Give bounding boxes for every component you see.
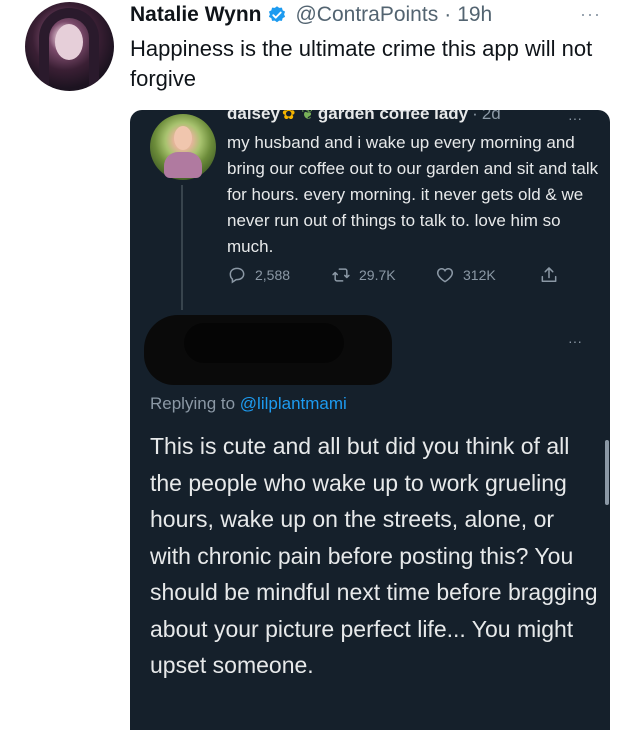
scrollbar [605, 440, 609, 505]
quoted-actions: 2,588 29.7K 312K [227, 263, 567, 287]
author-handle[interactable]: @ContraPoints [295, 3, 438, 27]
like-action: 312K [435, 265, 539, 285]
like-count: 312K [463, 267, 496, 283]
avatar-face [174, 126, 192, 150]
quoted-author-avatar [150, 114, 216, 180]
quoted-header: daisey ✿ ❦ garden coffee lady · 2d [227, 110, 501, 124]
quoted-more-icon: ··· [568, 110, 582, 126]
quoted-screenshot: daisey ✿ ❦ garden coffee lady · 2d ··· m… [130, 110, 610, 730]
more-icon[interactable]: ··· [580, 4, 601, 25]
replying-to: Replying to @lilplantmami [150, 394, 347, 414]
tweet-header: Natalie Wynn @ContraPoints · 19h [130, 2, 492, 28]
sunflower-icon: ✿ [281, 110, 296, 123]
quoted-author-name-rest: garden coffee lady [317, 110, 469, 123]
quoted-tweet-text: my husband and i wake up every morning a… [227, 133, 599, 256]
avatar-face [55, 24, 83, 60]
share-action [539, 265, 567, 285]
author-name[interactable]: Natalie Wynn [130, 3, 261, 27]
author-avatar[interactable] [25, 2, 114, 91]
reply-count: 2,588 [255, 267, 291, 283]
heart-icon [436, 267, 454, 283]
redacted-profile-scribble [144, 315, 392, 385]
reply-tweet-text: This is cute and all but did you think o… [150, 433, 598, 678]
reply-more-icon: ··· [568, 333, 582, 349]
share-icon [541, 267, 557, 282]
retweet-action: 29.7K [331, 265, 435, 285]
retweet-count: 29.7K [359, 267, 396, 283]
avatar-shirt [164, 152, 202, 178]
tweet-text: Happiness is the ultimate crime this app… [130, 36, 593, 91]
header-separator: · [444, 3, 452, 26]
thread-line [181, 185, 183, 310]
quoted-timestamp: 2d [481, 110, 501, 123]
reply-icon [229, 267, 245, 284]
replying-to-label: Replying to [150, 394, 236, 413]
retweet-icon [332, 268, 350, 282]
quoted-separator: · [472, 110, 478, 123]
tweet-timestamp[interactable]: 19h [457, 3, 492, 27]
seedling-icon: ❦ [301, 110, 314, 123]
reply-action: 2,588 [227, 265, 331, 285]
replying-to-handle: @lilplantmami [239, 394, 347, 413]
verified-badge-icon [269, 6, 286, 23]
quoted-author-name: daisey [227, 110, 280, 123]
